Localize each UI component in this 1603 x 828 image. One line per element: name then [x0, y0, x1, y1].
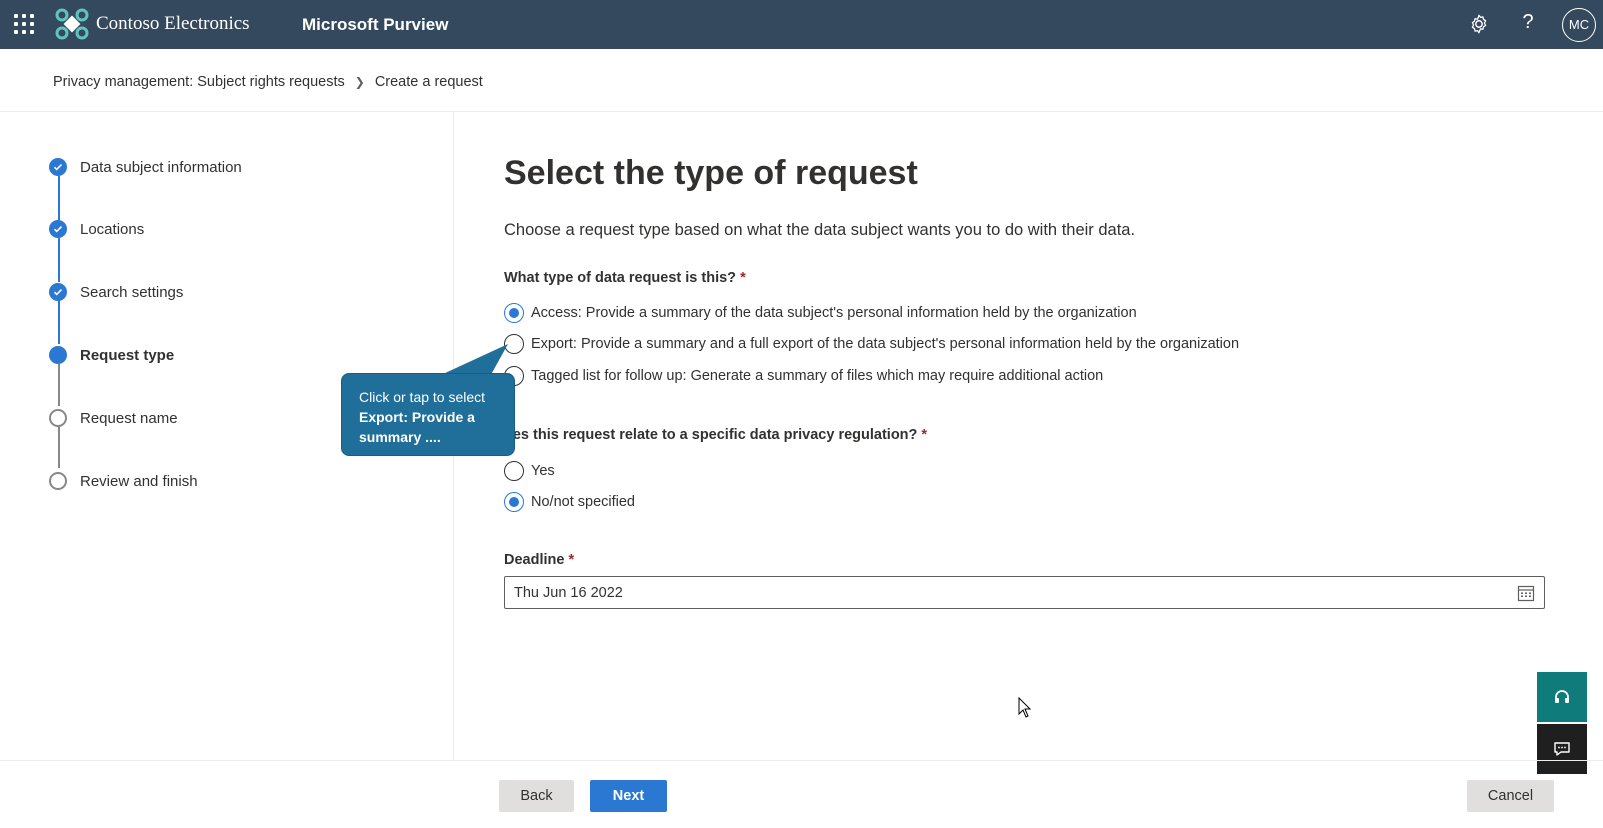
step-connector [58, 176, 60, 220]
avatar[interactable]: MC [1562, 8, 1596, 42]
radio-button[interactable] [504, 461, 524, 481]
breadcrumb-parent-link[interactable]: Privacy management: Subject rights reque… [53, 74, 345, 90]
step-connector [58, 364, 60, 406]
header-divider [0, 111, 1603, 112]
question-text: What type of data request is this? [504, 270, 737, 286]
step-label: Locations [80, 220, 145, 238]
step-request-type: Request type [49, 345, 174, 365]
mouse-cursor-icon [1018, 697, 1032, 718]
deadline-label: Deadline * [504, 552, 574, 568]
step-label: Request name [80, 409, 178, 427]
regulation-question: oes this request relate to a specific da… [504, 427, 927, 443]
contoso-logo-icon [55, 8, 89, 40]
radio-label[interactable]: Access: Provide a summary of the data su… [531, 305, 1137, 321]
back-button[interactable]: Back [499, 780, 574, 812]
floating-feedback-button[interactable] [1537, 724, 1587, 774]
radio-no-not-specified[interactable]: No/not specified [504, 491, 635, 513]
required-mark: * [740, 270, 746, 286]
step-locations: Locations [49, 219, 144, 239]
step-request-name: Request name [49, 408, 178, 428]
question-text: oes this request relate to a specific da… [504, 427, 918, 443]
breadcrumb-current: Create a request [374, 74, 483, 90]
required-mark: * [568, 552, 575, 568]
checkmark-icon [49, 158, 67, 176]
radio-label[interactable]: No/not specified [531, 494, 635, 510]
page-title: Select the type of request [504, 154, 918, 192]
guidance-callout: Click or tap to select Export: Provide a… [341, 373, 515, 456]
step-connector [58, 426, 60, 468]
page-subtitle: Choose a request type based on what the … [504, 221, 1136, 239]
settings-gear-icon[interactable] [1468, 13, 1490, 35]
radio-label[interactable]: Yes [531, 463, 555, 479]
radio-button[interactable] [504, 492, 524, 512]
radio-label[interactable]: Tagged list for follow up: Generate a su… [531, 368, 1103, 384]
step-connector [58, 300, 60, 344]
app-name[interactable]: Microsoft Purview [302, 15, 448, 35]
radio-tagged-list[interactable]: Tagged list for follow up: Generate a su… [504, 365, 1103, 387]
callout-bold-text: Export: Provide a summary .... [359, 409, 475, 445]
top-bar: Contoso Electronics Microsoft Purview ? … [0, 0, 1603, 49]
step-label: Review and finish [80, 472, 198, 490]
radio-yes[interactable]: Yes [504, 460, 555, 482]
chevron-right-icon: ❯ [354, 75, 365, 89]
step-label: Search settings [80, 283, 184, 301]
deadline-value[interactable]: Thu Jun 16 2022 [514, 585, 623, 601]
feedback-chat-icon [1554, 742, 1570, 756]
step-label: Data subject information [80, 158, 242, 176]
next-button[interactable]: Next [590, 780, 667, 812]
pending-step-circle-icon [49, 409, 67, 427]
app-launcher-icon[interactable] [14, 14, 34, 34]
request-type-question: What type of data request is this? * [504, 270, 746, 286]
step-connector [58, 238, 60, 282]
checkmark-icon [49, 283, 67, 301]
step-review-and-finish: Review and finish [49, 471, 198, 491]
cancel-button[interactable]: Cancel [1467, 780, 1554, 812]
calendar-icon[interactable] [1517, 584, 1535, 602]
step-search-settings: Search settings [49, 282, 183, 302]
pending-step-circle-icon [49, 472, 67, 490]
checkmark-icon [49, 220, 67, 238]
footer-divider [0, 760, 1603, 761]
current-step-dot-icon [49, 346, 67, 364]
floating-help-button[interactable] [1537, 672, 1587, 722]
radio-access[interactable]: Access: Provide a summary of the data su… [504, 302, 1137, 324]
breadcrumb: Privacy management: Subject rights reque… [53, 74, 483, 90]
question-text: Deadline [504, 552, 565, 568]
radio-button[interactable] [504, 303, 524, 323]
radio-export[interactable]: Export: Provide a summary and a full exp… [504, 333, 1239, 355]
radio-label[interactable]: Export: Provide a summary and a full exp… [531, 336, 1239, 352]
org-name[interactable]: Contoso Electronics [96, 13, 250, 35]
deadline-date-picker[interactable]: Thu Jun 16 2022 [504, 576, 1545, 609]
step-data-subject-information: Data subject information [49, 157, 242, 177]
step-label: Request type [80, 346, 175, 364]
headset-icon [1555, 690, 1569, 703]
help-icon[interactable]: ? [1518, 11, 1538, 34]
callout-text: Click or tap to select [359, 389, 486, 405]
required-mark: * [921, 427, 928, 443]
